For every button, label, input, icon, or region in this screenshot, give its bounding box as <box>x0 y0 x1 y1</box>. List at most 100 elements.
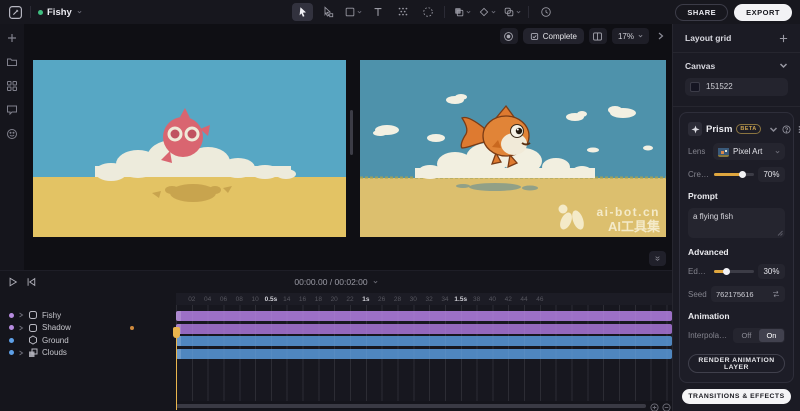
zoom-level-dropdown[interactable]: 17% <box>612 28 649 44</box>
transitions-effects-button[interactable]: TRANSITIONS & EFFECTS <box>682 389 791 404</box>
timeline-zoom-out-icon[interactable] <box>661 402 672 411</box>
interpolation-toggle: Off On <box>733 328 785 343</box>
chevron-down-icon <box>77 10 82 14</box>
frame-tool[interactable] <box>342 3 363 21</box>
marquee-tool[interactable] <box>417 3 438 21</box>
kebab-menu-icon[interactable] <box>795 125 800 134</box>
time-display[interactable]: 00:00.00 / 00:02:00 <box>0 277 672 287</box>
right-sidebar: Layout grid Canvas 151522 Prism <box>672 24 800 411</box>
prism-panel: Prism BETA Lens Pixel Art <box>679 112 794 383</box>
track-bar-clouds[interactable] <box>176 349 672 359</box>
boolean-tool[interactable] <box>501 3 522 21</box>
project-status-dot <box>38 10 43 15</box>
stickers-icon[interactable] <box>6 127 19 140</box>
edge-influence-label: Edge Influe... <box>688 267 710 276</box>
record-icon[interactable] <box>500 28 518 44</box>
track-bars-area <box>176 305 672 401</box>
track-bar-ground[interactable] <box>176 336 672 346</box>
track-bar-fishy[interactable] <box>176 311 672 321</box>
ruler-label: 04 <box>204 296 211 303</box>
render-status-badge[interactable]: Complete <box>523 28 584 44</box>
playhead-line <box>176 338 178 410</box>
layer-row-ground[interactable]: Ground <box>0 334 176 347</box>
ruler-label: 38 <box>473 296 480 303</box>
layer-name: Clouds <box>42 348 67 357</box>
artboard-source-frame[interactable] <box>33 60 346 237</box>
layer-row-clouds[interactable]: Clouds <box>0 347 176 360</box>
direct-select-tool[interactable] <box>317 3 338 21</box>
render-animation-layer-button[interactable]: RENDER ANIMATION LAYER <box>688 354 785 373</box>
app-logo-icon[interactable] <box>8 5 23 20</box>
share-button[interactable]: SHARE <box>675 4 728 21</box>
layout-grid-section[interactable]: Layout grid <box>673 24 800 52</box>
timeline-ruler[interactable]: 02040608100.5s14161820221s26283032341.5s… <box>0 293 672 305</box>
playhead[interactable] <box>173 327 180 410</box>
prism-title: Prism <box>706 124 732 135</box>
canvas-area[interactable]: ai-bot.cn AI工具集 Complete <box>24 24 672 270</box>
canvas-section-header[interactable]: Canvas <box>685 61 788 71</box>
frame-layer-icon <box>28 310 38 320</box>
seed-value: 762175616 <box>716 290 769 299</box>
edge-influence-slider[interactable] <box>714 270 754 273</box>
layer-row-shadow[interactable]: Shadow <box>0 322 176 335</box>
canvas-color-field[interactable]: 151522 <box>685 78 788 96</box>
pixel-tool[interactable] <box>392 3 413 21</box>
add-icon[interactable] <box>6 31 19 44</box>
keyframe-indicator[interactable] <box>130 326 134 330</box>
expand-chevron-icon[interactable] <box>18 325 24 331</box>
ruler-label: 26 <box>378 296 385 303</box>
playhead-handle[interactable] <box>173 327 180 338</box>
text-tool[interactable] <box>367 3 388 21</box>
expand-chevron-icon[interactable] <box>18 312 24 318</box>
diamond-tool[interactable] <box>476 3 497 21</box>
select-tool[interactable] <box>292 3 313 21</box>
ruler-label: 34 <box>441 296 448 303</box>
creativity-label: Creativity <box>688 170 710 179</box>
chevron-right-icon[interactable] <box>654 28 668 44</box>
expand-chevron-icon[interactable] <box>18 350 24 356</box>
timeline-zoom-in-icon[interactable] <box>649 402 660 411</box>
canvas-section-title: Canvas <box>685 61 715 71</box>
prism-header[interactable]: Prism BETA <box>688 122 785 136</box>
resize-handle-icon[interactable] <box>777 230 783 236</box>
pages-panel-icon[interactable] <box>589 28 607 44</box>
ruler-label: 32 <box>425 296 432 303</box>
history-tool[interactable] <box>535 3 556 21</box>
help-icon[interactable] <box>782 125 791 134</box>
add-grid-icon[interactable] <box>779 34 788 43</box>
shape-union-tool[interactable] <box>451 3 472 21</box>
shuffle-icon[interactable] <box>772 290 780 298</box>
prompt-input[interactable]: a flying fish <box>688 208 785 238</box>
track-bar-shadow[interactable] <box>176 324 672 334</box>
folder-icon[interactable] <box>6 55 19 68</box>
lens-dropdown[interactable]: Pixel Art <box>713 143 785 160</box>
ruler-label: 18 <box>315 296 322 303</box>
interpolation-off-option[interactable]: Off <box>734 329 759 342</box>
export-button[interactable]: EXPORT <box>734 4 792 21</box>
top-bar: Fishy SHARE EXPORT <box>0 0 800 24</box>
creativity-value[interactable]: 70% <box>758 167 785 182</box>
hexagon-layer-icon <box>28 335 38 345</box>
project-menu[interactable]: Fishy <box>38 7 82 18</box>
layer-name: Shadow <box>42 323 71 332</box>
lens-value: Pixel Art <box>733 147 770 156</box>
artboard-rendered-frame[interactable]: ai-bot.cn AI工具集 <box>360 60 666 237</box>
chevron-down-icon <box>373 280 378 284</box>
canvas-vertical-scrollbar[interactable] <box>350 110 353 155</box>
chevron-down-icon <box>779 61 788 70</box>
comments-icon[interactable] <box>6 103 19 116</box>
assets-icon[interactable] <box>6 79 19 92</box>
layer-row-fishy[interactable]: Fishy <box>0 309 176 322</box>
timeline-scrollbar-thumb[interactable] <box>176 404 646 408</box>
ruler-label: 44 <box>520 296 527 303</box>
seed-input[interactable]: 762175616 <box>711 286 785 302</box>
edge-influence-value[interactable]: 30% <box>758 264 785 279</box>
ruler-label: 42 <box>505 296 512 303</box>
interpolation-on-option[interactable]: On <box>759 329 784 342</box>
ruler-label: 1s <box>362 296 369 303</box>
chevron-down-icon[interactable] <box>769 125 778 134</box>
creativity-slider[interactable] <box>714 173 754 176</box>
prompt-value: a flying fish <box>693 212 733 221</box>
canvas-color-swatch[interactable] <box>690 82 700 92</box>
collapse-panel-button[interactable] <box>649 251 666 266</box>
